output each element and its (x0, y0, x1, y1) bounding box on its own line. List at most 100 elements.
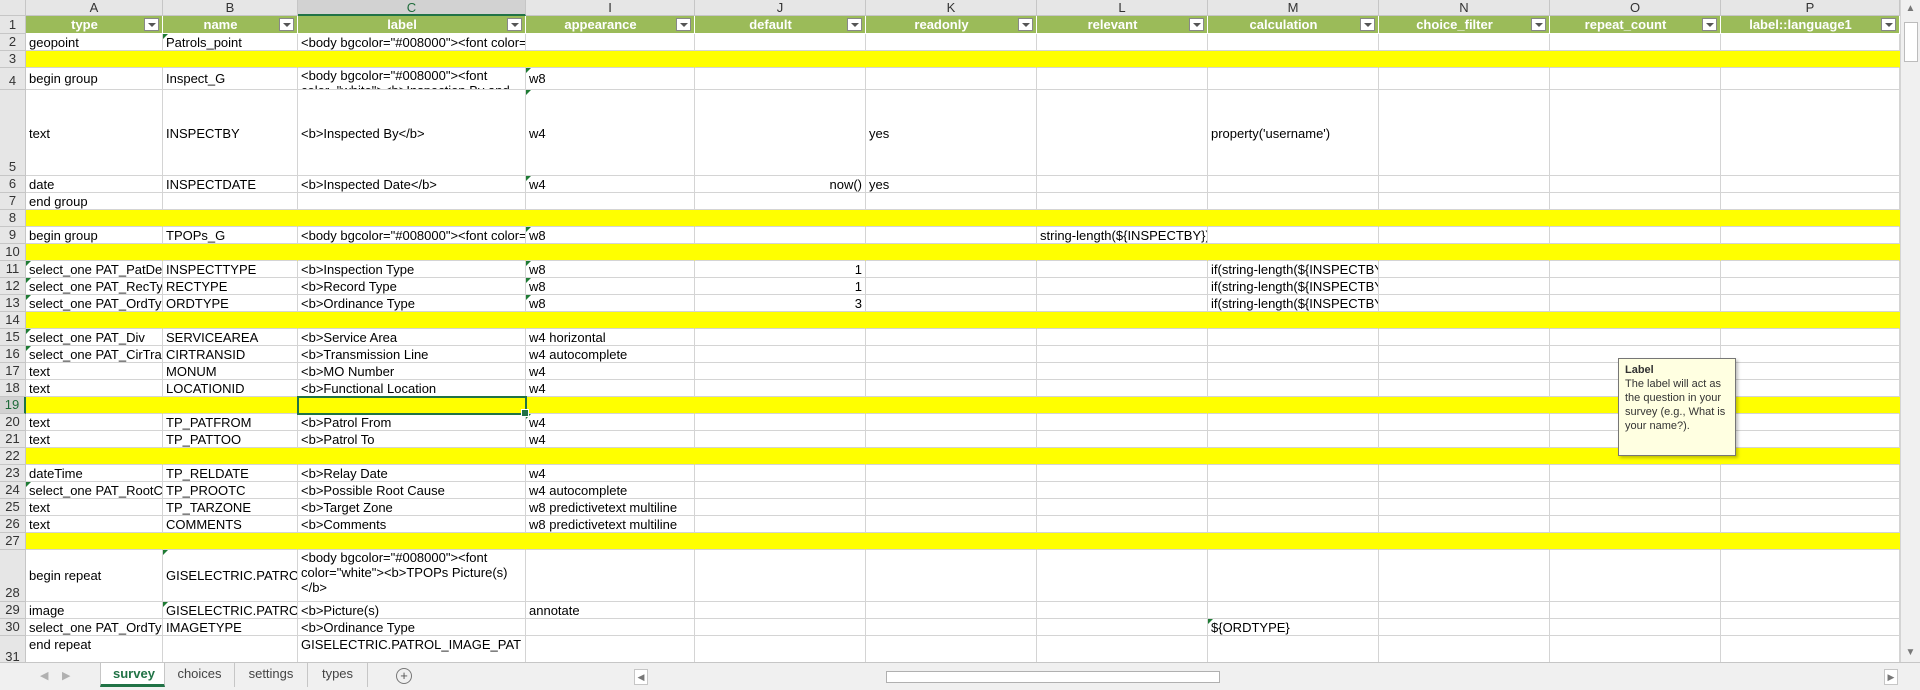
cell-p26[interactable] (1721, 516, 1900, 533)
cell-m4[interactable] (1208, 68, 1379, 90)
filter-dropdown-icon[interactable] (1189, 18, 1204, 31)
cell-o26[interactable] (1550, 516, 1721, 533)
horizontal-scrollbar[interactable]: ◀ ▶ (634, 669, 1898, 685)
cell-k17[interactable] (866, 363, 1037, 380)
cell-i6[interactable]: w4 (526, 176, 695, 193)
cell-j16[interactable] (695, 346, 866, 363)
cell-k24[interactable] (866, 482, 1037, 499)
cell-m24[interactable] (1208, 482, 1379, 499)
row-header-19[interactable]: 19 (0, 397, 26, 414)
cell-n18[interactable] (1379, 380, 1550, 397)
cell-k31[interactable] (866, 636, 1037, 662)
cell-c21[interactable]: <b>Patrol To (298, 431, 526, 448)
row-header-29[interactable]: 29 (0, 602, 26, 619)
cell-c15[interactable]: <b>Service Area (298, 329, 526, 346)
cell-o15[interactable] (1550, 329, 1721, 346)
scroll-right-icon[interactable]: ▶ (1884, 669, 1898, 685)
cell-o14[interactable] (1550, 312, 1721, 329)
column-header-j[interactable]: J (695, 0, 866, 16)
cell-l3[interactable] (1037, 51, 1208, 68)
row-header-7[interactable]: 7 (0, 193, 26, 210)
cell-a18[interactable]: text (26, 380, 163, 397)
cell-l20[interactable] (1037, 414, 1208, 431)
cell-j3[interactable] (695, 51, 866, 68)
cell-j22[interactable] (695, 448, 866, 465)
cell-i18[interactable]: w4 (526, 380, 695, 397)
cell-l12[interactable] (1037, 278, 1208, 295)
cell-o5[interactable] (1550, 90, 1721, 176)
cell-p3[interactable] (1721, 51, 1900, 68)
cell-p12[interactable] (1721, 278, 1900, 295)
cell-a25[interactable]: text (26, 499, 163, 516)
cell-i10[interactable] (526, 244, 695, 261)
header-cell-name[interactable]: name (163, 16, 298, 34)
cell-i4[interactable]: w8 (526, 68, 695, 90)
cell-j14[interactable] (695, 312, 866, 329)
cell-p19[interactable] (1721, 397, 1900, 414)
cell-o6[interactable] (1550, 176, 1721, 193)
scroll-left-icon[interactable]: ◀ (634, 669, 648, 685)
cell-c29[interactable]: <b>Picture(s) (298, 602, 526, 619)
cell-j18[interactable] (695, 380, 866, 397)
cell-k30[interactable] (866, 619, 1037, 636)
cell-n2[interactable] (1379, 34, 1550, 51)
cell-m10[interactable] (1208, 244, 1379, 261)
cell-j6[interactable]: now() (695, 176, 866, 193)
row-header-13[interactable]: 13 (0, 295, 26, 312)
cell-n24[interactable] (1379, 482, 1550, 499)
row-header-14[interactable]: 14 (0, 312, 26, 329)
cell-l18[interactable] (1037, 380, 1208, 397)
filter-dropdown-icon[interactable] (1018, 18, 1033, 31)
cell-m30[interactable]: ${ORDTYPE} (1208, 619, 1379, 636)
cell-i23[interactable]: w4 (526, 465, 695, 482)
cell-a2[interactable]: geopoint (26, 34, 163, 51)
cell-c17[interactable]: <b>MO Number (298, 363, 526, 380)
row-header-15[interactable]: 15 (0, 329, 26, 346)
cell-m16[interactable] (1208, 346, 1379, 363)
cell-c27[interactable] (298, 533, 526, 550)
cell-m5[interactable]: property('username') (1208, 90, 1379, 176)
cell-m29[interactable] (1208, 602, 1379, 619)
row-header-22[interactable]: 22 (0, 448, 26, 465)
cell-c7[interactable] (298, 193, 526, 210)
cell-l23[interactable] (1037, 465, 1208, 482)
cell-a24[interactable]: select_one PAT_RootC (26, 482, 163, 499)
cell-m6[interactable] (1208, 176, 1379, 193)
cell-n26[interactable] (1379, 516, 1550, 533)
cell-a30[interactable]: select_one PAT_OrdTy (26, 619, 163, 636)
cell-p10[interactable] (1721, 244, 1900, 261)
horizontal-scroll-thumb[interactable] (886, 671, 1220, 683)
spreadsheet-grid[interactable]: ABCIJKLMNOP 1 2 3 4 5 6 7 8 9 10 11 12 13 14 15 16 17 18 1… (0, 0, 1920, 662)
cell-k5[interactable]: yes (866, 90, 1037, 176)
cell-n30[interactable] (1379, 619, 1550, 636)
cell-l9[interactable]: string-length(${INSPECTBY}) (1037, 227, 1208, 244)
cell-b10[interactable] (163, 244, 298, 261)
cell-l24[interactable] (1037, 482, 1208, 499)
cell-b9[interactable]: TPOPs_G (163, 227, 298, 244)
cell-j28[interactable] (695, 550, 866, 602)
cell-o3[interactable] (1550, 51, 1721, 68)
cell-p8[interactable] (1721, 210, 1900, 227)
cell-k12[interactable] (866, 278, 1037, 295)
header-cell-appearance[interactable]: appearance (526, 16, 695, 34)
cell-b7[interactable] (163, 193, 298, 210)
cell-j23[interactable] (695, 465, 866, 482)
filter-dropdown-icon[interactable] (1702, 18, 1717, 31)
cell-c23[interactable]: <b>Relay Date (298, 465, 526, 482)
row-header-1[interactable]: 1 (0, 16, 26, 34)
cell-k16[interactable] (866, 346, 1037, 363)
cell-k22[interactable] (866, 448, 1037, 465)
cell-a19[interactable] (26, 397, 163, 414)
cell-a7[interactable]: end group (26, 193, 163, 210)
cell-p23[interactable] (1721, 465, 1900, 482)
cell-a10[interactable] (26, 244, 163, 261)
cell-n28[interactable] (1379, 550, 1550, 602)
cell-i21[interactable]: w4 (526, 431, 695, 448)
cell-p29[interactable] (1721, 602, 1900, 619)
cell-o7[interactable] (1550, 193, 1721, 210)
cell-m26[interactable] (1208, 516, 1379, 533)
cell-l21[interactable] (1037, 431, 1208, 448)
header-cell-choice-filter[interactable]: choice_filter (1379, 16, 1550, 34)
cell-a16[interactable]: select_one PAT_CirTra (26, 346, 163, 363)
cell-c6[interactable]: <b>Inspected Date</b> (298, 176, 526, 193)
